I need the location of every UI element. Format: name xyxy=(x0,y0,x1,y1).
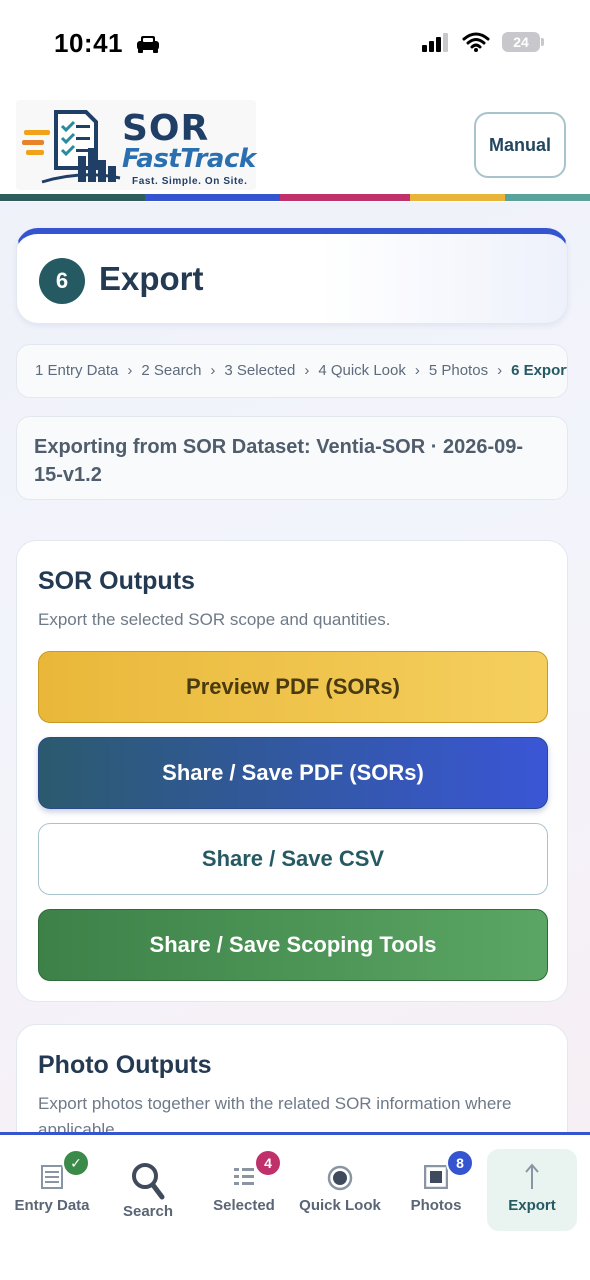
share-save-pdf-button[interactable]: Share / Save PDF (SORs) xyxy=(38,737,548,809)
share-save-scoping-tools-button[interactable]: Share / Save Scoping Tools xyxy=(38,909,548,981)
bottom-nav: ✓ Entry Data Search 4 Selected Quick Loo… xyxy=(0,1132,590,1280)
cellular-signal-icon xyxy=(422,33,448,52)
sor-outputs-description: Export the selected SOR scope and quanti… xyxy=(38,610,391,629)
logo-text-fasttrack: FastTrack xyxy=(122,144,256,174)
stripe-segment xyxy=(0,194,145,201)
stripe-segment xyxy=(410,194,505,201)
upload-arrow-icon xyxy=(525,1163,539,1189)
car-icon xyxy=(136,36,159,53)
nav-photos[interactable]: 8 Photos xyxy=(388,1135,484,1235)
photo-outputs-title: Photo Outputs xyxy=(38,1051,212,1079)
battery-icon: 24 xyxy=(502,32,544,52)
nav-quick-look-label: Quick Look xyxy=(299,1197,381,1214)
manual-button[interactable]: Manual xyxy=(474,112,566,178)
nav-search-label: Search xyxy=(122,1203,174,1220)
status-time: 10:41 xyxy=(54,28,161,59)
app-logo[interactable]: SOR FastTrack Fast. Simple. On Site. xyxy=(16,100,256,190)
breadcrumb-item-search[interactable]: 2 Search xyxy=(141,362,201,379)
list-icon xyxy=(234,1168,254,1185)
breadcrumb-item-entry-data[interactable]: 1 Entry Data xyxy=(35,362,118,379)
step-number-badge: 6 xyxy=(39,258,85,304)
breadcrumb-item-quick-look[interactable]: 4 Quick Look xyxy=(318,362,406,379)
nav-photos-label: Photos xyxy=(410,1197,462,1214)
record-icon xyxy=(327,1165,353,1191)
dataset-info: Exporting from SOR Dataset: Ventia-SOR ·… xyxy=(16,416,568,500)
document-list-icon xyxy=(41,1165,63,1189)
stripe-segment xyxy=(280,194,410,201)
step-header-card: 6 Export xyxy=(16,228,568,324)
chevron-right-icon: › xyxy=(497,362,503,379)
logo-tagline: Fast. Simple. On Site. xyxy=(132,176,248,187)
chevron-right-icon: › xyxy=(414,362,420,379)
clock-text: 10:41 xyxy=(54,28,123,58)
wifi-icon xyxy=(462,32,490,52)
photos-count-badge: 8 xyxy=(446,1149,474,1177)
breadcrumb-item-export[interactable]: 6 Export xyxy=(511,362,567,379)
nav-selected-label: Selected xyxy=(213,1197,275,1214)
nav-selected[interactable]: 4 Selected xyxy=(196,1135,292,1235)
nav-entry-data[interactable]: ✓ Entry Data xyxy=(4,1135,100,1235)
breadcrumb-item-selected[interactable]: 3 Selected xyxy=(224,362,295,379)
chevron-right-icon: › xyxy=(304,362,310,379)
search-icon xyxy=(132,1163,165,1200)
check-icon: ✓ xyxy=(62,1149,90,1177)
nav-search[interactable]: Search xyxy=(100,1135,196,1235)
photo-icon xyxy=(424,1165,448,1189)
nav-entry-data-label: Entry Data xyxy=(14,1197,90,1214)
stripe-segment xyxy=(145,194,280,201)
status-icons: 24 xyxy=(422,32,544,52)
breadcrumb-item-photos[interactable]: 5 Photos xyxy=(429,362,488,379)
logo-text-sor: SOR xyxy=(122,108,210,149)
page-title: Export xyxy=(99,260,204,297)
sor-outputs-title: SOR Outputs xyxy=(38,567,195,595)
header-color-stripe xyxy=(0,194,590,201)
share-save-csv-button[interactable]: Share / Save CSV xyxy=(38,823,548,895)
battery-level: 24 xyxy=(513,34,529,50)
preview-pdf-button[interactable]: Preview PDF (SORs) xyxy=(38,651,548,723)
sor-outputs-card: SOR Outputs Export the selected SOR scop… xyxy=(16,540,568,1002)
chevron-right-icon: › xyxy=(127,362,133,379)
nav-export[interactable]: Export xyxy=(487,1149,577,1231)
app-header: SOR FastTrack Fast. Simple. On Site. Man… xyxy=(0,90,590,202)
checklist-logo-icon xyxy=(22,110,121,184)
chevron-right-icon: › xyxy=(210,362,216,379)
breadcrumb: 1 Entry Data › 2 Search › 3 Selected › 4 Quick… xyxy=(16,344,568,398)
selected-count-badge: 4 xyxy=(254,1149,282,1177)
stripe-segment xyxy=(505,194,590,201)
nav-export-label: Export xyxy=(508,1197,556,1214)
nav-quick-look[interactable]: Quick Look xyxy=(292,1135,388,1235)
status-bar: 10:41 24 xyxy=(0,0,590,90)
